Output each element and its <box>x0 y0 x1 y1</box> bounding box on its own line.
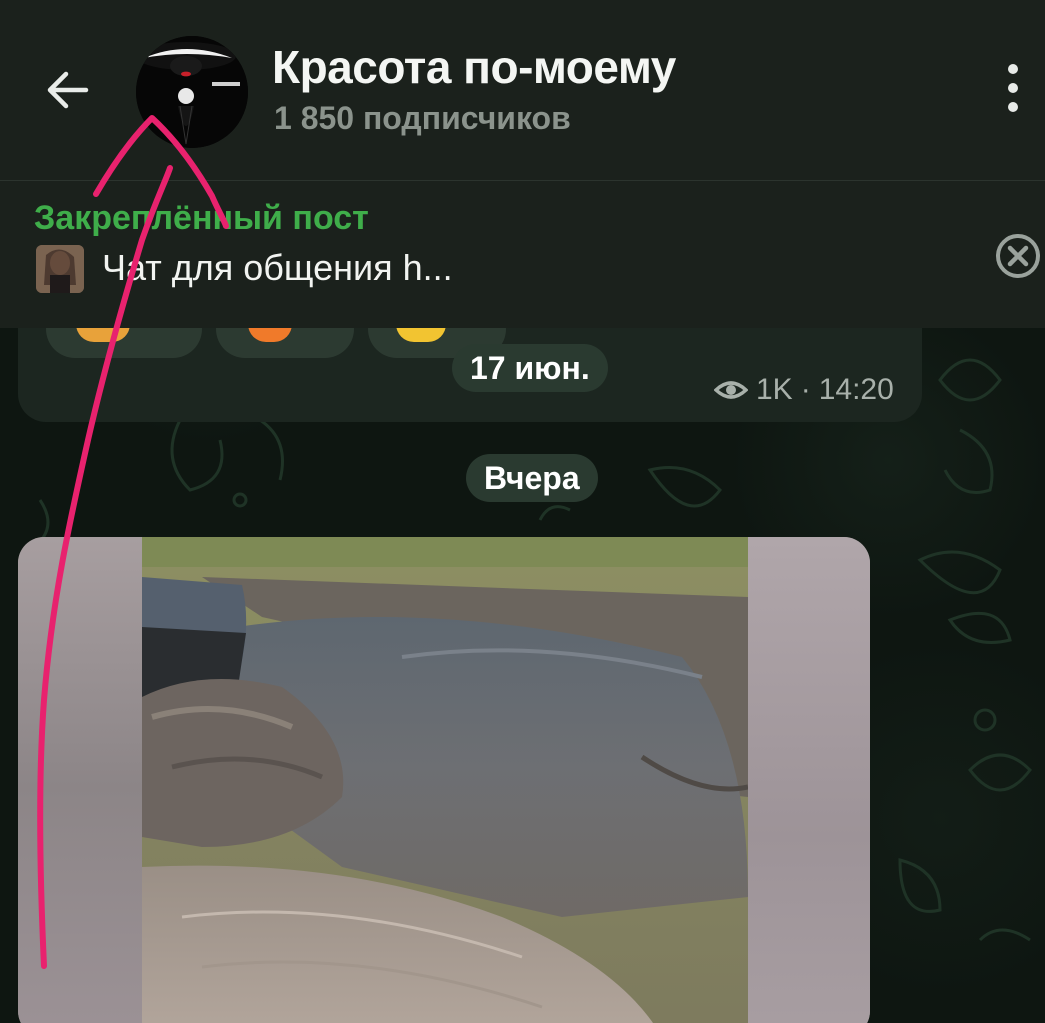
avatar-image <box>136 36 248 148</box>
pinned-thumbnail-image <box>36 245 84 293</box>
chat-header: Красота по-моему 1 850 подписчиков <box>0 0 1045 180</box>
video-message-bubble[interactable] <box>18 537 870 1023</box>
date-separator: Вчера <box>466 454 598 502</box>
channel-avatar[interactable] <box>136 36 248 148</box>
pinned-message-bar[interactable]: Закреплённый пост Чат для общения h... <box>0 180 1045 328</box>
floating-date-badge: 17 июн. <box>452 344 608 392</box>
date-separator-text: Вчера <box>484 459 580 496</box>
pinned-label: Закреплённый пост <box>34 199 369 237</box>
view-count: 1K <box>756 373 793 406</box>
subscriber-count: 1 850 подписчиков <box>274 100 571 136</box>
video-blur-right <box>748 537 870 1023</box>
video-thumbnail[interactable] <box>142 537 748 1023</box>
message-meta: 1K · 14:20 <box>714 372 894 408</box>
arrow-left-icon[interactable] <box>40 62 96 118</box>
more-vertical-icon[interactable] <box>996 64 1030 114</box>
floating-date-text: 17 июн. <box>470 349 590 386</box>
meta-separator: · <box>800 373 811 406</box>
eye-icon <box>714 381 748 399</box>
close-circle-icon[interactable] <box>994 232 1042 280</box>
channel-title[interactable]: Красота по-моему <box>272 40 676 94</box>
pinned-thumbnail <box>36 245 84 293</box>
pinned-text: Чат для общения h... <box>102 247 453 288</box>
video-blur-left <box>18 537 142 1023</box>
message-time: 14:20 <box>818 373 894 406</box>
puddle-scene-image <box>142 537 748 1023</box>
